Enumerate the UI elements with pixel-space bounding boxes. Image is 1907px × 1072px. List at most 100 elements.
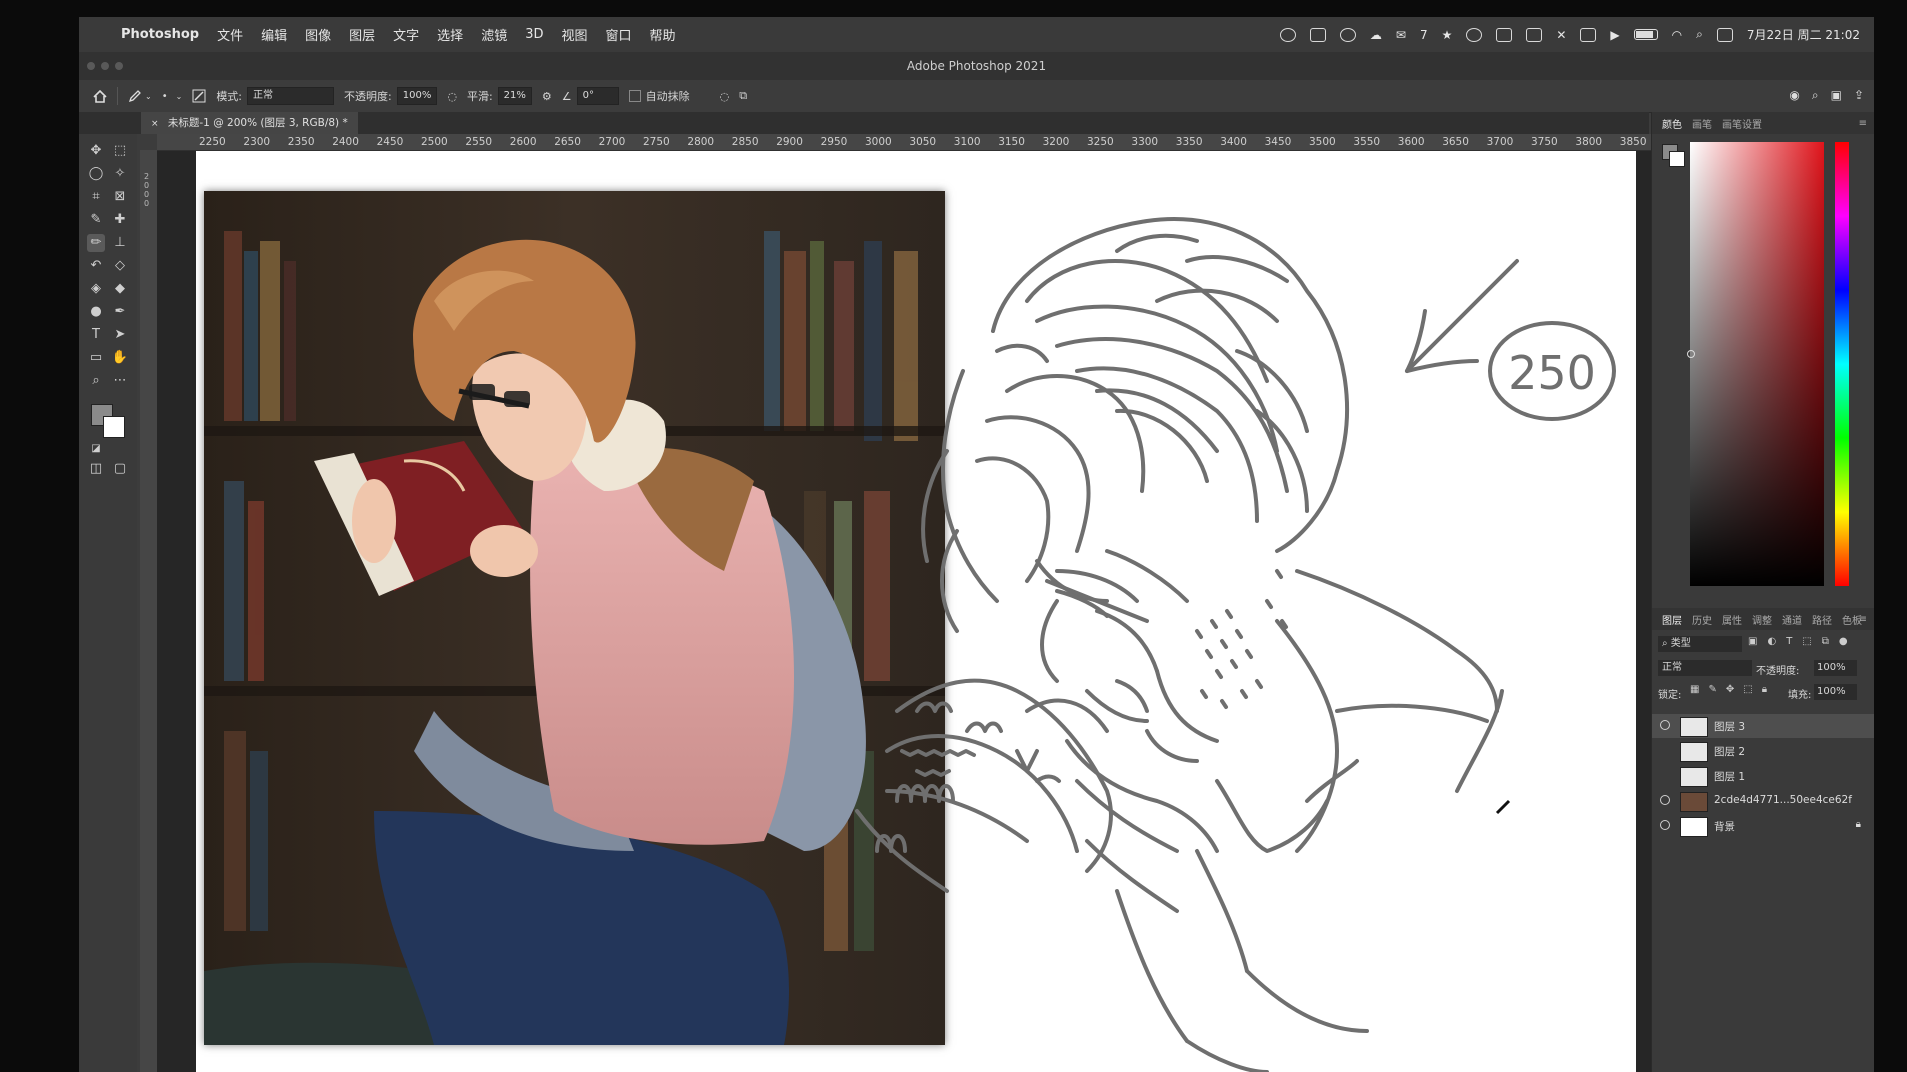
brush-panel-toggle-icon[interactable]: [192, 89, 206, 103]
tab-history[interactable]: 历史: [1692, 612, 1712, 627]
menu-select[interactable]: 选择: [437, 25, 463, 44]
menu-type[interactable]: 文字: [393, 25, 419, 44]
menu-help[interactable]: 帮助: [650, 25, 676, 44]
vertical-ruler[interactable]: 2 0 0 0: [140, 150, 158, 1072]
color-panel-background-swatch[interactable]: [1669, 151, 1685, 167]
brush-size-picker[interactable]: • ⌄: [162, 91, 183, 102]
tab-channels[interactable]: 通道: [1782, 612, 1802, 627]
hue-slider[interactable]: [1835, 142, 1849, 586]
symmetry-icon[interactable]: ⧉: [739, 89, 747, 103]
close-window-button[interactable]: [87, 62, 95, 70]
keyboard-icon[interactable]: [1580, 27, 1597, 42]
menu-view[interactable]: 视图: [561, 25, 587, 44]
auto-erase-checkbox[interactable]: [628, 90, 641, 102]
window-icon[interactable]: [1526, 27, 1543, 42]
clock[interactable]: 7月22日 周二 21:02: [1747, 26, 1860, 43]
default-colors-icon[interactable]: ◪: [87, 440, 105, 458]
filter-smart-object-icon[interactable]: ⧉: [1822, 636, 1829, 647]
layers-panel-menu-icon[interactable]: ≡: [1859, 614, 1867, 625]
wifi-icon[interactable]: ◠: [1672, 28, 1682, 42]
horizontal-ruler[interactable]: 2250 2300 2350 2400 2450 2500 2550 2600 2650 2700…: [157, 134, 1717, 151]
layer-row[interactable]: 背景 🔒︎: [1652, 814, 1874, 838]
account-icon[interactable]: ◉: [1789, 88, 1799, 103]
panel-menu-icon[interactable]: ≡: [1859, 118, 1867, 129]
tab-paths[interactable]: 路径: [1812, 612, 1832, 627]
stamp-tool-icon[interactable]: ⊥: [111, 234, 129, 252]
workspace-icon[interactable]: ▣: [1831, 88, 1842, 103]
smoothing-settings-gear-icon[interactable]: ⚙: [542, 90, 552, 103]
layer-row[interactable]: 图层 1: [1652, 764, 1874, 788]
history-brush-icon[interactable]: ↶: [87, 257, 105, 275]
screen-mode-icon[interactable]: ▢: [111, 460, 129, 478]
filter-shape-icon[interactable]: ⬚: [1802, 636, 1811, 647]
menu-layer[interactable]: 图层: [349, 25, 375, 44]
pen-tool-icon[interactable]: ✒: [111, 303, 129, 321]
menu-window[interactable]: 窗口: [606, 25, 632, 44]
battery-icon[interactable]: [1633, 29, 1658, 40]
more-tools-icon[interactable]: ⋯: [111, 372, 129, 390]
visibility-eye-icon[interactable]: [1660, 720, 1670, 730]
tab-layers[interactable]: 图层: [1662, 612, 1682, 627]
rectangle-tool-icon[interactable]: ▭: [87, 349, 105, 367]
status-link-icon[interactable]: [1339, 27, 1356, 42]
opacity-input[interactable]: 100%: [396, 87, 438, 105]
menu-edit[interactable]: 编辑: [261, 25, 287, 44]
filter-pixel-icon[interactable]: ▣: [1748, 636, 1757, 647]
blur-tool-icon[interactable]: ◆: [111, 280, 129, 298]
tab-brush-settings[interactable]: 画笔设置: [1722, 116, 1762, 131]
pressure-size-icon[interactable]: ◌: [720, 90, 730, 103]
zoom-window-button[interactable]: [115, 62, 123, 70]
hand-tool-icon[interactable]: ✋: [111, 349, 129, 367]
app-name-menu[interactable]: Photoshop: [121, 27, 199, 42]
cloud-icon[interactable]: ☁: [1370, 28, 1382, 42]
mode-select[interactable]: 正常: [247, 87, 335, 105]
layer-row[interactable]: 图层 3: [1652, 714, 1874, 738]
layer-name[interactable]: 图层 3: [1714, 719, 1745, 734]
lock-pixels-icon[interactable]: ✎: [1708, 684, 1716, 695]
menu-image[interactable]: 图像: [305, 25, 331, 44]
move-tool-icon[interactable]: ✥: [87, 142, 105, 160]
color-picker-cursor[interactable]: [1687, 350, 1695, 358]
marquee-tool-icon[interactable]: ⬚: [111, 142, 129, 160]
lasso-tool-icon[interactable]: ◯: [87, 165, 105, 183]
zoom-tool-icon[interactable]: ⌕: [87, 372, 105, 390]
play-icon[interactable]: ▶: [1610, 28, 1619, 42]
layer-name[interactable]: 图层 2: [1714, 744, 1745, 759]
tab-adjustments[interactable]: 调整: [1752, 612, 1772, 627]
visibility-eye-icon[interactable]: [1660, 820, 1670, 830]
pencil-tool-preset-icon[interactable]: ⌄: [128, 89, 152, 103]
filter-toggle-icon[interactable]: ●: [1839, 636, 1848, 647]
close-tab-icon[interactable]: ×: [151, 119, 159, 129]
pressure-opacity-icon[interactable]: ◌: [447, 90, 457, 103]
smoothing-input[interactable]: 21%: [497, 87, 532, 105]
quick-mask-icon[interactable]: ◫: [87, 460, 105, 478]
magic-wand-tool-icon[interactable]: ✧: [111, 165, 129, 183]
share-icon[interactable]: ⇪: [1854, 88, 1864, 103]
visibility-eye-icon[interactable]: [1660, 795, 1670, 805]
eyedropper-tool-icon[interactable]: ✎: [87, 211, 105, 229]
healing-tool-icon[interactable]: ✚: [111, 211, 129, 229]
home-icon[interactable]: [93, 89, 107, 103]
type-tool-icon[interactable]: T: [87, 326, 105, 344]
canvas-area[interactable]: 250: [157, 151, 1717, 1072]
minimize-window-button[interactable]: [101, 62, 109, 70]
menu-filter[interactable]: 滤镜: [481, 25, 507, 44]
display-icon[interactable]: [1496, 27, 1513, 42]
tab-properties[interactable]: 属性: [1722, 612, 1742, 627]
filter-adjustment-icon[interactable]: ◐: [1767, 636, 1776, 647]
search-icon[interactable]: ⌕: [1812, 88, 1819, 103]
fill-input[interactable]: 100%: [1814, 684, 1857, 700]
spotlight-search-icon[interactable]: ⌕: [1696, 27, 1703, 42]
layer-filter-select[interactable]: ⌕ 类型: [1658, 636, 1742, 652]
lock-all-icon[interactable]: 🔒︎: [1762, 684, 1767, 695]
wechat-icon[interactable]: ✉: [1396, 28, 1406, 42]
path-select-icon[interactable]: ➤: [111, 326, 129, 344]
status-w-icon[interactable]: [1309, 27, 1326, 42]
lock-artboard-icon[interactable]: ⬚: [1743, 684, 1752, 695]
layer-name[interactable]: 图层 1: [1714, 769, 1745, 784]
star-icon[interactable]: ★: [1442, 28, 1453, 42]
mute-icon[interactable]: ✕: [1556, 28, 1566, 42]
angle-input[interactable]: 0°: [576, 87, 619, 105]
pencil-sketch-layer[interactable]: 250: [157, 151, 1717, 1072]
control-center-icon[interactable]: [1716, 27, 1733, 42]
